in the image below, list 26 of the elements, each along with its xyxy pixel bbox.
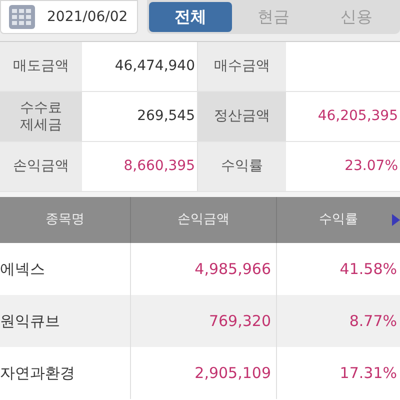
column-header: 손익금액 — [178, 211, 230, 230]
summary-value: 23.07% — [344, 157, 399, 176]
summary-label: 손익금액 — [0, 142, 82, 191]
summary-label: 매도금액 — [0, 42, 82, 91]
summary-value: 46,205,395 — [316, 107, 399, 126]
scroll-right-icon[interactable] — [392, 214, 400, 226]
column-header: 수익률 — [319, 211, 358, 230]
table-cell-text: 원익큐브 — [0, 310, 61, 332]
summary-label: 수수료 제세금 — [0, 92, 82, 141]
table-cell-text: 자연과환경 — [0, 362, 76, 384]
table-cell-text: 41.58% — [338, 258, 398, 280]
date-text: 2021/06/02 — [47, 8, 128, 26]
date-picker[interactable]: 2021/06/02 — [0, 0, 138, 34]
table-cell-text: 17.31% — [338, 362, 398, 384]
column-header: 종목명 — [46, 211, 84, 230]
table-cell: 2,905,109 — [130, 347, 277, 399]
summary-value: 8,660,395 — [122, 157, 196, 176]
summary-label: 수익률 — [198, 142, 286, 191]
summary-value: 46,474,940 — [114, 57, 196, 76]
summary-label: 정산금액 — [198, 92, 286, 141]
table-cell-text: 에넥스 — [0, 258, 46, 280]
tab[interactable]: 전체 — [149, 2, 232, 32]
table-cell-text: 8.77% — [348, 310, 398, 332]
summary-label: 매수금액 — [198, 42, 286, 91]
summary-value: 269,545 — [136, 107, 196, 126]
calendar-icon — [9, 5, 35, 29]
